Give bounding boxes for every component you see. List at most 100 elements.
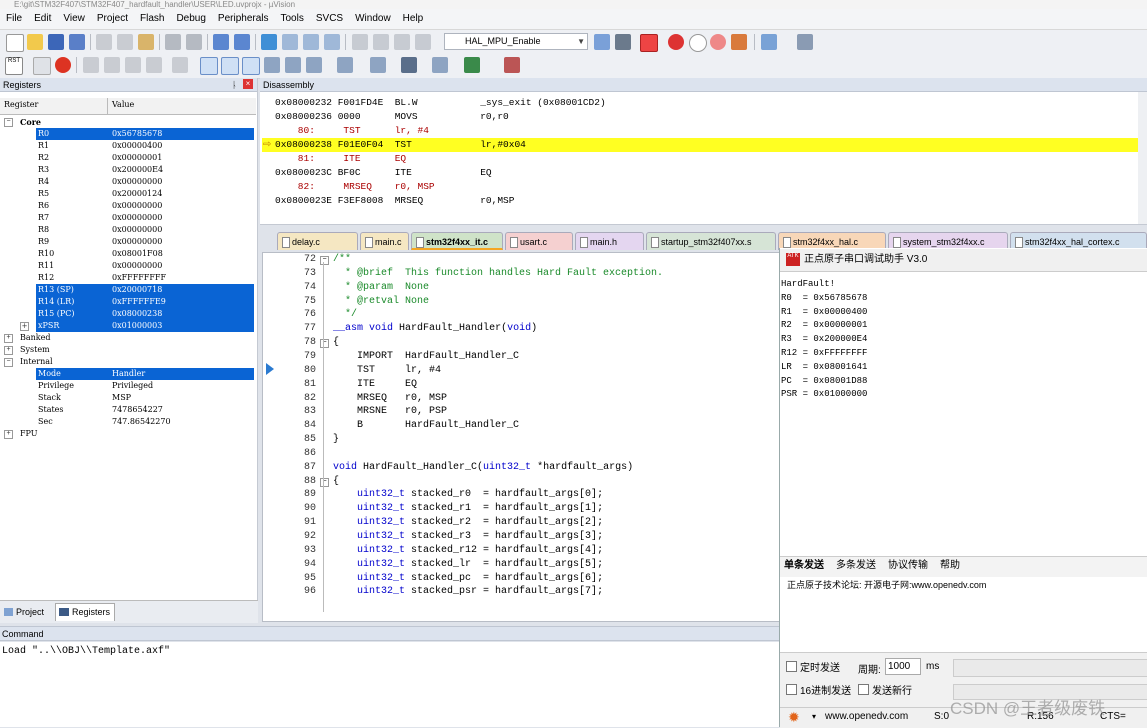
undo-icon[interactable] xyxy=(165,34,181,50)
register-value[interactable]: Privileged xyxy=(112,380,153,392)
menu-item-edit[interactable]: Edit xyxy=(28,9,57,29)
prev-bookmark-icon[interactable] xyxy=(282,34,298,50)
register-row[interactable]: Privilege Privileged xyxy=(0,380,256,392)
disassembly-window-icon[interactable] xyxy=(221,57,239,75)
call-stack-icon[interactable] xyxy=(285,57,301,73)
register-row[interactable]: R13 (SP) 0x20000718 xyxy=(0,284,256,296)
expand-toggle-icon[interactable]: − xyxy=(4,118,13,127)
nav-back-icon[interactable] xyxy=(213,34,229,50)
disassembly-line[interactable]: 0x0800023E F3EF8008 MRSEQ r0,MSP xyxy=(275,194,514,208)
register-row[interactable]: R15 (PC) 0x08000238 xyxy=(0,308,256,320)
register-value[interactable]: 0x20000124 xyxy=(112,188,162,200)
register-group[interactable]: Core xyxy=(20,116,41,128)
register-row[interactable]: R10 0x08001F08 xyxy=(0,248,256,260)
register-value[interactable]: 0x00000000 xyxy=(112,212,162,224)
memory-window-icon[interactable] xyxy=(337,57,353,73)
register-row[interactable]: Stack MSP xyxy=(0,392,256,404)
register-value[interactable]: 0x00000001 xyxy=(112,152,162,164)
toolbox-icon[interactable] xyxy=(504,57,520,73)
menu-item-flash[interactable]: Flash xyxy=(134,9,170,29)
pin-icon[interactable]: ᚿ xyxy=(232,78,237,92)
step-over-icon[interactable] xyxy=(104,57,120,73)
step-into-icon[interactable] xyxy=(83,57,99,73)
menu-item-window[interactable]: Window xyxy=(349,9,397,29)
disable-breakpoint-icon[interactable] xyxy=(689,34,707,52)
register-value[interactable]: Handler xyxy=(110,368,254,380)
register-row[interactable]: R12 0xFFFFFFFF xyxy=(0,272,256,284)
cut-icon[interactable] xyxy=(96,34,112,50)
symbols-window-icon[interactable] xyxy=(242,57,260,75)
serial-tab[interactable]: 单条发送 xyxy=(784,559,824,573)
timed-send-checkbox[interactable] xyxy=(786,661,797,672)
period-input[interactable]: 1000 xyxy=(885,658,921,675)
expand-toggle-icon[interactable]: + xyxy=(4,430,13,439)
fold-toggle-icon[interactable]: − xyxy=(320,477,329,487)
analysis-window-icon[interactable] xyxy=(401,57,417,73)
uncomment-icon[interactable] xyxy=(415,34,431,50)
register-value[interactable]: 0x00000000 xyxy=(112,224,162,236)
serial-tab[interactable]: 多条发送 xyxy=(836,559,876,573)
menu-item-project[interactable]: Project xyxy=(91,9,134,29)
register-value[interactable]: MSP xyxy=(112,392,131,404)
clear-all-icon[interactable] xyxy=(731,34,747,50)
register-row[interactable]: R9 0x00000000 xyxy=(0,236,256,248)
step-out-icon[interactable] xyxy=(125,57,141,73)
file-tab[interactable]: startup_stm32f407xx.s xyxy=(646,232,776,250)
disassembly-line[interactable]: 0x08000238 F01E0F04 TST lr,#0x04 xyxy=(275,138,526,152)
register-value[interactable]: 0x08001F08 xyxy=(112,248,163,260)
configure-icon[interactable] xyxy=(797,34,813,50)
tab-project[interactable]: Project xyxy=(2,604,49,620)
expand-toggle-icon[interactable]: + xyxy=(4,346,13,355)
disassembly-line[interactable]: 0x08000232 F001FD4E BL.W _sys_exit (0x08… xyxy=(275,96,606,110)
serial-tab[interactable]: 协议传输 xyxy=(888,559,928,573)
kill-breakpoints-icon[interactable] xyxy=(710,34,726,50)
unindent-icon[interactable] xyxy=(373,34,389,50)
open-folder-icon[interactable] xyxy=(27,34,43,50)
register-value[interactable]: 0x01000003 xyxy=(110,320,254,332)
expand-toggle-icon[interactable]: + xyxy=(20,322,29,331)
disassembly-line[interactable]: 81: ITE EQ xyxy=(275,152,406,166)
register-row[interactable]: R6 0x00000000 xyxy=(0,200,256,212)
register-row[interactable]: R2 0x00000001 xyxy=(0,152,256,164)
register-value[interactable]: 0xFFFFFFFF xyxy=(112,272,166,284)
disassembly-scrollbar[interactable] xyxy=(1138,92,1147,224)
find-icon[interactable] xyxy=(594,34,610,50)
expand-toggle-icon[interactable]: + xyxy=(4,334,13,343)
disassembly-line[interactable]: 80: TST lr, #4 xyxy=(275,124,429,138)
register-value[interactable]: 747.86542270 xyxy=(112,416,171,428)
register-row[interactable]: R7 0x00000000 xyxy=(0,212,256,224)
register-value[interactable]: 0xFFFFFFE9 xyxy=(110,296,254,308)
find-in-files-icon[interactable] xyxy=(615,34,631,50)
watch-window-icon[interactable] xyxy=(306,57,322,73)
run-to-cursor-icon[interactable] xyxy=(146,57,162,73)
register-row[interactable]: R1 0x00000400 xyxy=(0,140,256,152)
serial-tab[interactable]: 帮助 xyxy=(940,559,960,573)
newline-checkbox[interactable] xyxy=(858,684,869,695)
tab-registers[interactable]: Registers xyxy=(55,603,116,621)
run-icon[interactable] xyxy=(33,57,51,75)
register-group[interactable]: Banked xyxy=(20,332,51,344)
register-group[interactable]: System xyxy=(20,344,50,356)
indent-icon[interactable] xyxy=(352,34,368,50)
menu-item-file[interactable]: File xyxy=(0,9,28,29)
save-all-icon[interactable] xyxy=(69,34,85,50)
stop-icon[interactable] xyxy=(55,57,71,73)
redo-icon[interactable] xyxy=(186,34,202,50)
register-value[interactable]: 0x20000718 xyxy=(110,284,254,296)
register-value[interactable]: 0x00000000 xyxy=(112,236,162,248)
register-value[interactable]: 0x00000000 xyxy=(112,200,162,212)
website-link[interactable]: www.openedv.com xyxy=(825,711,908,722)
menu-item-tools[interactable]: Tools xyxy=(275,9,310,29)
register-row[interactable]: States 7478654227 xyxy=(0,404,256,416)
disassembly-line[interactable]: 82: MRSEQ r0, MSP xyxy=(275,180,435,194)
menu-item-svcs[interactable]: SVCS xyxy=(310,9,349,29)
comment-icon[interactable] xyxy=(394,34,410,50)
register-row[interactable]: xPSR 0x01000003 + xyxy=(0,320,256,332)
register-row[interactable]: Sec 747.86542270 xyxy=(0,416,256,428)
register-row[interactable]: R8 0x00000000 xyxy=(0,224,256,236)
debug-session-icon[interactable] xyxy=(640,34,658,52)
register-row[interactable]: R5 0x20000124 xyxy=(0,188,256,200)
col-value[interactable]: Value xyxy=(112,100,134,109)
register-row[interactable]: R3 0x200000E4 xyxy=(0,164,256,176)
menu-item-help[interactable]: Help xyxy=(397,9,430,29)
